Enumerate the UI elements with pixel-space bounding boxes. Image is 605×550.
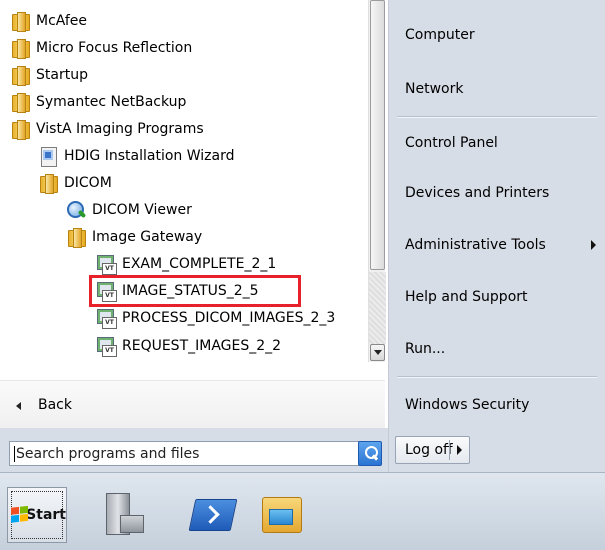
list-item-micro-focus-reflection[interactable]: Micro Focus Reflection bbox=[10, 35, 192, 61]
back-button[interactable]: Back bbox=[0, 380, 385, 428]
list-item-mcafee[interactable]: McAfee bbox=[10, 8, 87, 34]
list-item-label: REQUEST_IMAGES_2_2 bbox=[122, 338, 282, 354]
windows-explorer-icon[interactable] bbox=[258, 491, 304, 537]
list-item-label: DICOM Viewer bbox=[92, 202, 192, 218]
menu-item-windows-security[interactable]: Windows Security bbox=[389, 390, 605, 420]
vt-shortcut-icon bbox=[96, 281, 117, 302]
menu-item-label: Run... bbox=[405, 341, 446, 357]
list-item-exam-complete[interactable]: EXAM_COMPLETE_2_1 bbox=[96, 251, 276, 277]
wizard-icon bbox=[38, 146, 58, 167]
list-item-label: Image Gateway bbox=[92, 229, 203, 245]
text-caret bbox=[14, 445, 15, 462]
list-item-image-gateway[interactable]: Image Gateway bbox=[66, 224, 202, 250]
folder-icon bbox=[38, 173, 58, 194]
taskbar: Start bbox=[0, 472, 605, 550]
folder-icon bbox=[10, 11, 30, 32]
log-off-button[interactable]: Log off bbox=[395, 436, 470, 464]
submenu-arrow-icon bbox=[591, 240, 596, 250]
log-off-label: Log off bbox=[405, 442, 453, 458]
list-item-label: PROCESS_DICOM_IMAGES_2_3 bbox=[122, 310, 336, 326]
list-item-label: McAfee bbox=[36, 13, 88, 29]
windows-logo-icon bbox=[11, 505, 28, 523]
menu-item-help-support[interactable]: Help and Support bbox=[389, 282, 605, 312]
menu-item-administrative-tools[interactable]: Administrative Tools bbox=[389, 230, 605, 260]
list-item-request-images[interactable]: REQUEST_IMAGES_2_2 bbox=[96, 333, 281, 359]
split-divider bbox=[449, 440, 450, 460]
menu-item-label: Devices and Printers bbox=[405, 185, 550, 201]
list-item-vista-imaging-programs[interactable]: VistA Imaging Programs bbox=[10, 116, 204, 142]
menu-item-label: Computer bbox=[405, 27, 475, 43]
all-programs-list: McAfee Micro Focus Reflection Startup Sy… bbox=[0, 0, 368, 362]
menu-item-label: Help and Support bbox=[405, 289, 528, 305]
list-item-label: DICOM bbox=[64, 175, 112, 191]
list-item-label: Micro Focus Reflection bbox=[36, 40, 193, 56]
magnifier-icon bbox=[66, 200, 86, 220]
folder-icon bbox=[10, 119, 30, 140]
vt-shortcut-icon bbox=[96, 254, 117, 275]
right-menu-pane: Computer Network Control Panel Devices a… bbox=[388, 0, 605, 472]
menu-separator bbox=[397, 376, 597, 377]
shutdown-options-arrow-icon[interactable] bbox=[457, 445, 462, 455]
scrollbar-thumb[interactable] bbox=[370, 0, 385, 270]
menu-item-run[interactable]: Run... bbox=[389, 334, 605, 364]
menu-item-computer[interactable]: Computer bbox=[389, 20, 605, 50]
menu-item-label: Network bbox=[405, 81, 464, 97]
scrollbar-track[interactable] bbox=[369, 272, 386, 344]
server-manager-icon[interactable] bbox=[100, 491, 146, 537]
list-item-dicom-viewer[interactable]: DICOM Viewer bbox=[66, 197, 192, 223]
menu-item-control-panel[interactable]: Control Panel bbox=[389, 128, 605, 158]
start-button[interactable]: Start bbox=[7, 487, 67, 543]
list-item-label: HDIG Installation Wizard bbox=[64, 148, 235, 164]
vt-shortcut-icon bbox=[96, 336, 117, 357]
scroll-down-button[interactable] bbox=[370, 344, 385, 361]
list-item-label: EXAM_COMPLETE_2_1 bbox=[122, 256, 277, 272]
search-placeholder: Search programs and files bbox=[16, 445, 200, 462]
menu-item-label: Windows Security bbox=[405, 397, 530, 413]
search-area: Search programs and files bbox=[0, 428, 388, 472]
back-arrow-icon bbox=[16, 402, 21, 410]
programs-scrollbar[interactable] bbox=[368, 0, 386, 362]
folder-icon bbox=[66, 227, 86, 248]
list-item-label: VistA Imaging Programs bbox=[36, 121, 204, 137]
list-item-symantec-netbackup[interactable]: Symantec NetBackup bbox=[10, 89, 186, 115]
list-item-startup[interactable]: Startup bbox=[10, 62, 88, 88]
folder-icon bbox=[10, 38, 30, 59]
list-item-label: Symantec NetBackup bbox=[36, 94, 187, 110]
menu-item-network[interactable]: Network bbox=[389, 74, 605, 104]
folder-icon bbox=[10, 92, 30, 113]
menu-separator bbox=[397, 116, 597, 117]
menu-item-label: Control Panel bbox=[405, 135, 498, 151]
programs-pane: McAfee Micro Focus Reflection Startup Sy… bbox=[0, 0, 388, 428]
menu-item-label: Administrative Tools bbox=[405, 237, 546, 253]
list-item-hdig-installation-wizard[interactable]: HDIG Installation Wizard bbox=[38, 143, 234, 169]
list-item-label: Startup bbox=[36, 67, 88, 83]
search-input[interactable]: Search programs and files bbox=[9, 441, 360, 466]
list-item-dicom[interactable]: DICOM bbox=[38, 170, 112, 196]
list-item-process-dicom-images[interactable]: PROCESS_DICOM_IMAGES_2_3 bbox=[96, 305, 335, 331]
list-item-image-status[interactable]: IMAGE_STATUS_2_5 bbox=[89, 275, 301, 307]
folder-icon bbox=[10, 65, 30, 86]
vt-shortcut-icon bbox=[96, 308, 117, 329]
menu-item-devices-printers[interactable]: Devices and Printers bbox=[389, 178, 605, 208]
search-icon[interactable] bbox=[358, 441, 382, 466]
back-label: Back bbox=[38, 396, 72, 413]
list-item-label: IMAGE_STATUS_2_5 bbox=[122, 283, 259, 299]
powershell-icon[interactable] bbox=[190, 491, 236, 537]
